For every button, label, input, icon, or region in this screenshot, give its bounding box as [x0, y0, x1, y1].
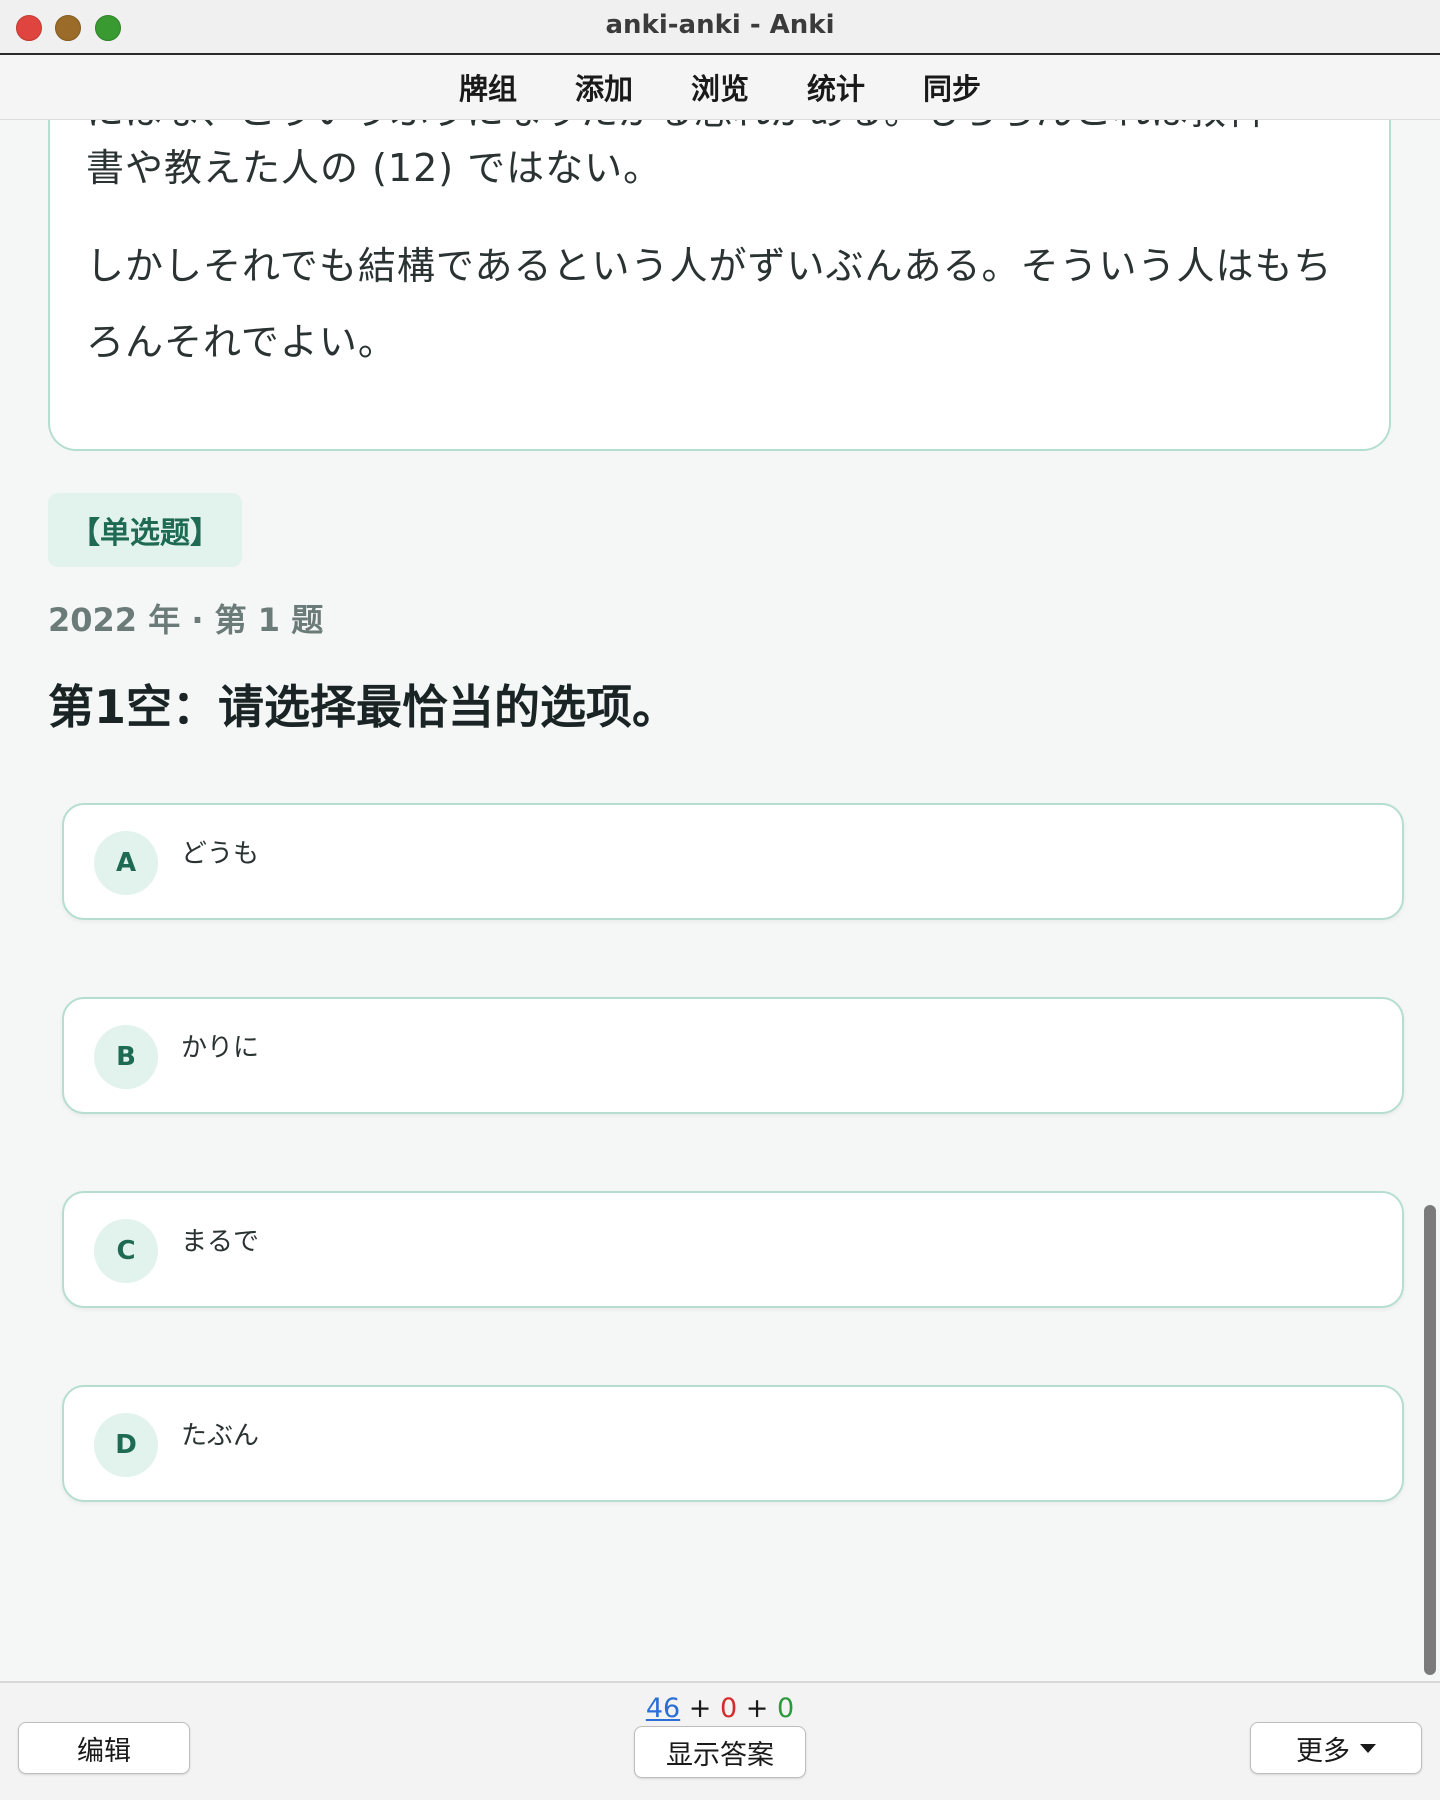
learn-count: 0: [719, 1693, 738, 1724]
option-b[interactable]: B かりに: [62, 997, 1404, 1114]
menu-stats[interactable]: 统计: [778, 66, 894, 108]
option-letter-badge: D: [94, 1413, 158, 1477]
plus-sign: +: [745, 1693, 769, 1724]
review-count: 0: [776, 1693, 795, 1724]
option-c[interactable]: C まるで: [62, 1191, 1404, 1308]
more-button[interactable]: 更多: [1250, 1722, 1422, 1774]
scrollbar-track[interactable]: [1418, 119, 1440, 1681]
option-letter-badge: B: [94, 1025, 158, 1089]
caret-down-icon: [1360, 1743, 1376, 1753]
top-menu-bar: 牌组 添加 浏览 统计 同步: [0, 55, 1440, 120]
question-prompt: 第1空：请选择最恰当的选项。: [48, 680, 679, 734]
card-content[interactable]: にはな、こういうふうになりたがる恐れがある。もちろんこれは教科 書や教えた人の …: [0, 119, 1440, 1681]
option-letter-badge: C: [94, 1219, 158, 1283]
edit-button[interactable]: 编辑: [18, 1722, 190, 1774]
menu-browse[interactable]: 浏览: [662, 66, 778, 108]
option-text: たぶん: [181, 1421, 260, 1451]
show-answer-label: 显示答案: [666, 1739, 774, 1771]
option-text: まるで: [181, 1227, 260, 1257]
option-a[interactable]: A どうも: [62, 803, 1404, 920]
option-d[interactable]: D たぶん: [62, 1385, 1404, 1502]
plus-sign: +: [688, 1693, 712, 1724]
window-title: anki-anki - Anki: [605, 10, 835, 40]
due-counts: 46 + 0 + 0: [0, 1693, 1440, 1724]
menu-add[interactable]: 添加: [546, 66, 662, 108]
menu-sync[interactable]: 同步: [894, 66, 1010, 108]
option-text: かりに: [181, 1033, 260, 1063]
passage-paragraph: 書や教えた人の (12) ではない。: [86, 146, 663, 190]
scrollbar-thumb[interactable]: [1424, 1205, 1436, 1675]
question-meta: 2022 年 · 第 1 题: [48, 601, 324, 639]
menu-decks[interactable]: 牌组: [430, 66, 546, 108]
reading-passage: にはな、こういうふうになりたがる恐れがある。もちろんこれは教科 書や教えた人の …: [48, 119, 1391, 451]
question-type-tag: 【单选题】: [48, 493, 242, 567]
option-letter-badge: A: [94, 831, 158, 895]
title-bar: anki-anki - Anki: [0, 0, 1440, 55]
passage-paragraph: しかしそれでも結構であるという人がずいぶんある。そういう人はもちろんそれでよい。: [86, 244, 1333, 364]
edit-button-label: 编辑: [77, 1735, 131, 1767]
option-text: どうも: [181, 839, 260, 869]
bottom-bar: 46 + 0 + 0 编辑 显示答案 更多: [0, 1681, 1440, 1800]
new-count[interactable]: 46: [646, 1693, 680, 1724]
more-button-label: 更多: [1296, 1735, 1350, 1767]
show-answer-button[interactable]: 显示答案: [634, 1726, 806, 1778]
